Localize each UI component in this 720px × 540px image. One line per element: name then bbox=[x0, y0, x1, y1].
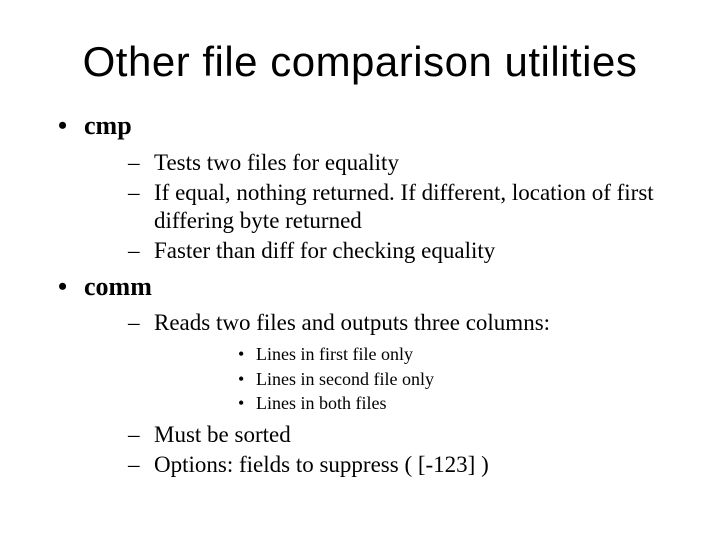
list-item: Options: fields to suppress ( [-123] ) bbox=[84, 451, 676, 479]
item-text: Lines in second file only bbox=[256, 369, 434, 389]
item-text: Faster than diff for checking equality bbox=[154, 238, 495, 263]
list-item: If equal, nothing returned. If different… bbox=[84, 179, 676, 235]
item-text: Must be sorted bbox=[154, 422, 291, 447]
bullet-list-l2: Reads two files and outputs three column… bbox=[84, 309, 676, 479]
list-item: Faster than diff for checking equality bbox=[84, 237, 676, 265]
item-text: Options: fields to suppress ( [-123] ) bbox=[154, 452, 489, 477]
item-text: Lines in first file only bbox=[256, 344, 413, 364]
list-item: Must be sorted bbox=[84, 421, 676, 449]
slide-title: Other file comparison utilities bbox=[44, 38, 676, 86]
list-item: Lines in both files bbox=[154, 392, 676, 415]
item-text: Tests two files for equality bbox=[154, 150, 399, 175]
list-item: Tests two files for equality bbox=[84, 149, 676, 177]
item-text: Lines in both files bbox=[256, 393, 386, 413]
item-label: comm bbox=[84, 272, 152, 301]
list-item: Reads two files and outputs three column… bbox=[84, 309, 676, 415]
list-item: Lines in first file only bbox=[154, 343, 676, 366]
item-text: If equal, nothing returned. If different… bbox=[154, 180, 654, 233]
list-item: comm Reads two files and outputs three c… bbox=[44, 271, 676, 479]
bullet-list-l1: cmp Tests two files for equality If equa… bbox=[44, 110, 676, 479]
item-label: cmp bbox=[84, 111, 132, 140]
list-item: cmp Tests two files for equality If equa… bbox=[44, 110, 676, 265]
list-item: Lines in second file only bbox=[154, 368, 676, 391]
item-text: Reads two files and outputs three column… bbox=[154, 310, 550, 335]
bullet-list-l2: Tests two files for equality If equal, n… bbox=[84, 149, 676, 265]
slide: Other file comparison utilities cmp Test… bbox=[0, 0, 720, 540]
bullet-list-l3: Lines in first file only Lines in second… bbox=[154, 343, 676, 415]
